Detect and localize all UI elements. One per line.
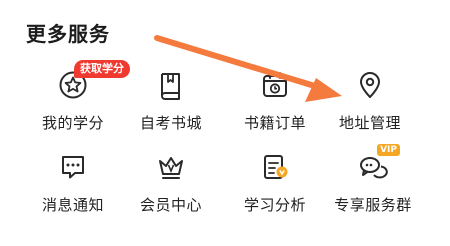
vip-badge: VIP [377, 144, 400, 156]
service-address-management[interactable]: 地址管理 [315, 68, 425, 136]
analysis-document-icon [258, 150, 292, 184]
service-my-credits[interactable]: 获取学分 我的学分 [18, 60, 130, 136]
service-label: 我的学分 [41, 114, 104, 132]
service-label: 自考书城 [139, 114, 202, 132]
service-exclusive-group[interactable]: VIP 专享服务群 [318, 144, 428, 218]
service-label: 消息通知 [41, 196, 104, 214]
service-notifications[interactable]: 消息通知 [18, 150, 128, 218]
star-circle-icon: 获取学分 [56, 60, 130, 102]
section-title: 更多服务 [26, 22, 110, 46]
order-calendar-icon [258, 68, 292, 102]
service-bookstore[interactable]: 自考书城 [116, 68, 226, 136]
service-book-orders[interactable]: 书籍订单 [220, 68, 330, 136]
service-label: 专享服务群 [334, 196, 412, 214]
book-icon [154, 68, 188, 102]
crown-icon [154, 150, 188, 184]
service-label: 地址管理 [338, 114, 401, 132]
service-learning-analysis[interactable]: 学习分析 [220, 150, 330, 218]
location-pin-icon [353, 68, 387, 102]
service-label: 书籍订单 [243, 114, 306, 132]
chat-group-icon: VIP [356, 144, 400, 184]
service-member-center[interactable]: 会员中心 [116, 150, 226, 218]
service-label: 会员中心 [139, 196, 202, 214]
service-label: 学习分析 [243, 196, 306, 214]
message-bubble-icon [56, 150, 90, 184]
